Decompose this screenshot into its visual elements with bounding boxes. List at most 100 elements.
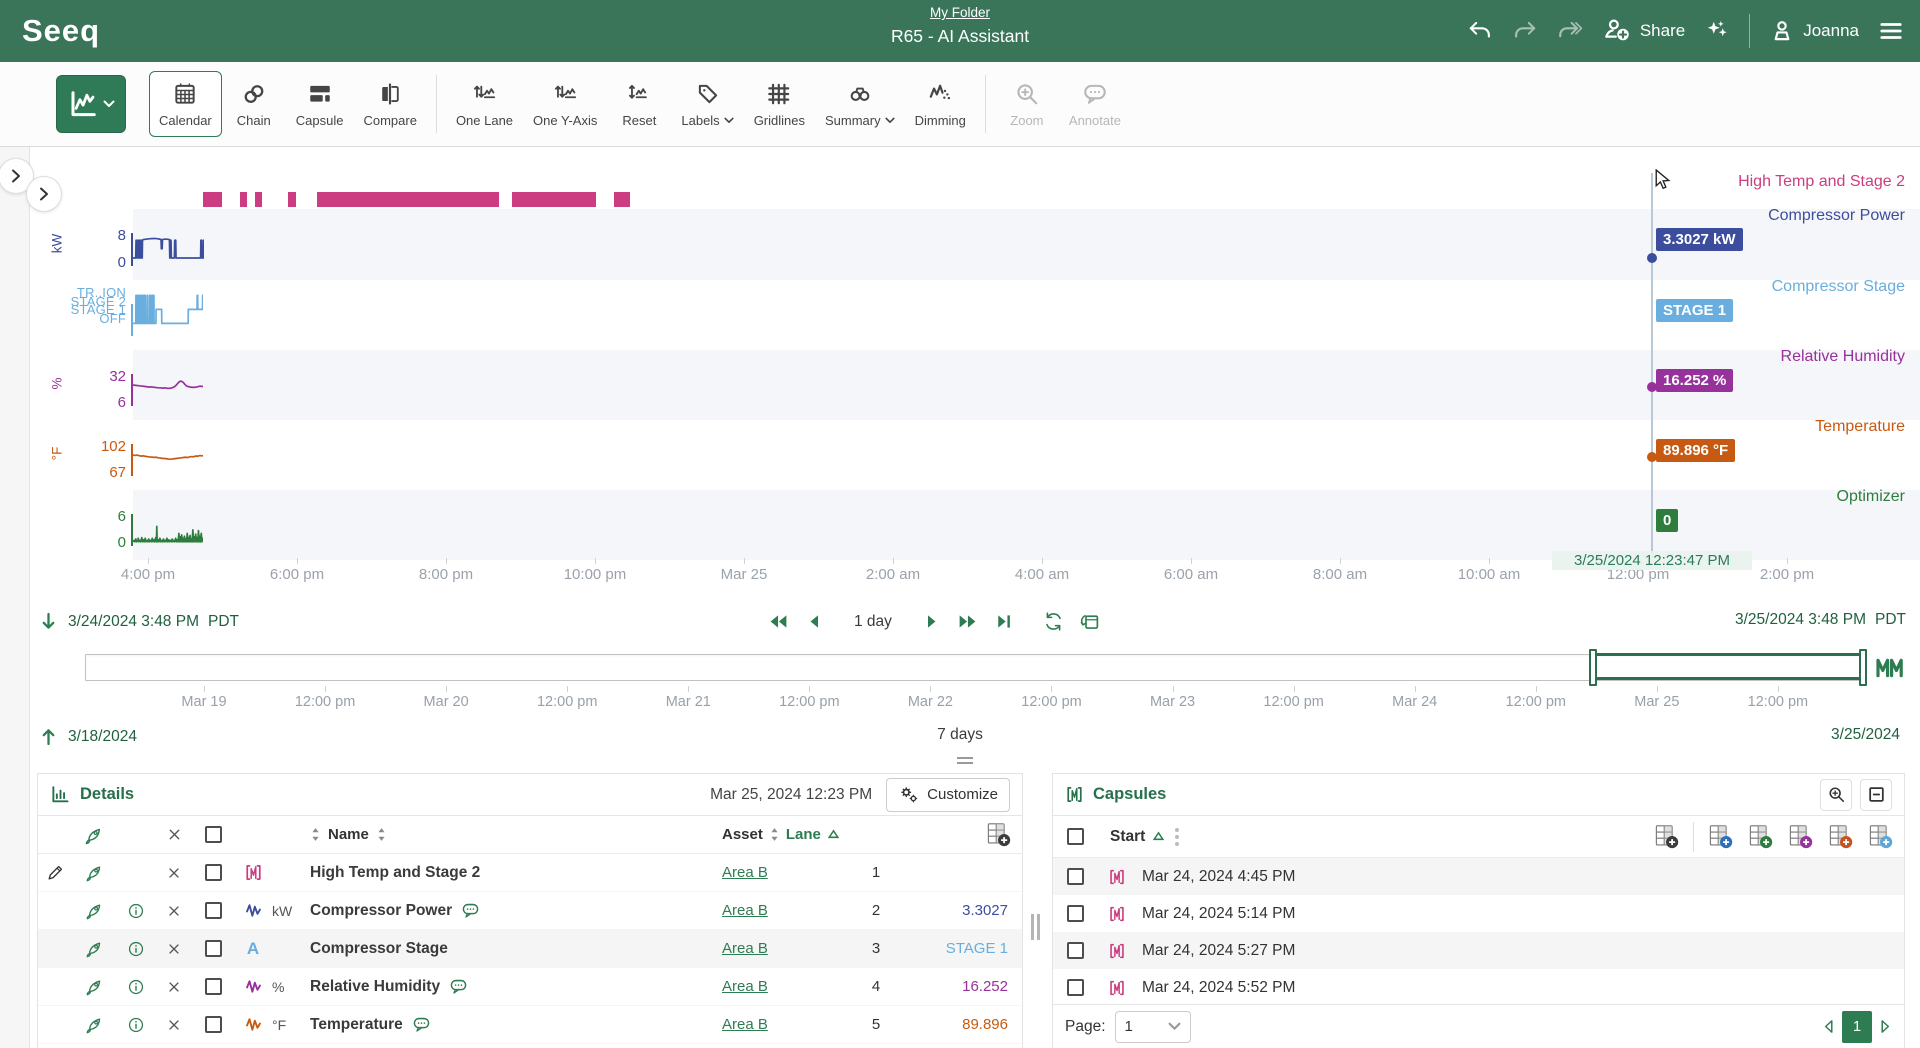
- row-checkbox[interactable]: [205, 940, 222, 957]
- column-asset[interactable]: Asset: [722, 826, 763, 843]
- slider-handle-left[interactable]: [1589, 649, 1597, 686]
- toolbar-button-dimming[interactable]: Dimming: [905, 71, 976, 137]
- select-all-checkbox[interactable]: [205, 826, 222, 843]
- row-checkbox[interactable]: [1067, 979, 1084, 996]
- auto-update-icon[interactable]: [1079, 611, 1100, 632]
- sort-icon[interactable]: [310, 827, 321, 842]
- asset-link[interactable]: Area B: [722, 1016, 768, 1033]
- toolbar-button-summary[interactable]: Summary: [815, 71, 905, 137]
- column-name[interactable]: Name: [328, 826, 369, 843]
- toolbar-button-calendar[interactable]: Calendar: [149, 71, 222, 137]
- add-column-icon[interactable]: [1747, 823, 1774, 850]
- hamburger-menu-icon[interactable]: [1878, 18, 1904, 44]
- step-forward-large-icon[interactable]: [957, 611, 978, 632]
- share-button[interactable]: Share: [1602, 16, 1685, 46]
- remove-icon[interactable]: [166, 903, 182, 919]
- column-start[interactable]: Start: [1110, 828, 1145, 846]
- undo-icon[interactable]: [1467, 18, 1493, 44]
- add-column-icon[interactable]: [1867, 823, 1894, 850]
- signal-label-2[interactable]: Compressor Stage: [1772, 278, 1905, 296]
- remove-all-icon[interactable]: [166, 826, 183, 843]
- range-end[interactable]: 3/25/2024 3:48 PM: [1735, 611, 1866, 629]
- next-page-icon[interactable]: [1879, 1019, 1892, 1034]
- capsule-row[interactable]: Mar 24, 2024 5:27 PM: [1053, 932, 1904, 969]
- signal-label-4[interactable]: Temperature: [1815, 418, 1905, 436]
- toolbar-button-one-y-axis[interactable]: One Y-Axis: [523, 71, 607, 137]
- toolbar-button-one-lane[interactable]: One Lane: [446, 71, 523, 137]
- item-name[interactable]: High Temp and Stage 2: [310, 864, 480, 882]
- sort-asc-icon[interactable]: [827, 829, 840, 840]
- pencil-icon[interactable]: [46, 863, 65, 882]
- column-menu-icon[interactable]: [1175, 828, 1179, 846]
- step-back-large-icon[interactable]: [768, 611, 789, 632]
- toolbar-button-reset[interactable]: Reset: [607, 71, 671, 137]
- add-column-icon[interactable]: [1653, 823, 1680, 850]
- ai-sparkles-icon[interactable]: [1704, 18, 1730, 44]
- capsule-row[interactable]: Mar 24, 2024 5:52 PM: [1053, 969, 1904, 1006]
- toolbar-button-labels[interactable]: Labels: [671, 71, 743, 137]
- condition-capsule-bar[interactable]: [614, 192, 630, 207]
- row-checkbox[interactable]: [1067, 942, 1084, 959]
- capsules-zoom-button[interactable]: [1820, 779, 1852, 811]
- active-page-button[interactable]: 1: [1842, 1011, 1872, 1043]
- condition-capsule-bar[interactable]: [512, 192, 596, 207]
- toolbar-button-gridlines[interactable]: Gridlines: [744, 71, 815, 137]
- forward-worksheet-icon[interactable]: [1557, 18, 1583, 44]
- vertical-resize-handle[interactable]: [1031, 914, 1040, 940]
- signal-overview-icon[interactable]: [1874, 651, 1906, 683]
- remove-icon[interactable]: [166, 979, 182, 995]
- toolbar-button-capsule[interactable]: Capsule: [286, 71, 354, 137]
- info-icon[interactable]: [127, 1016, 145, 1034]
- step-to-now-icon[interactable]: [993, 611, 1014, 632]
- capsules-collapse-button[interactable]: [1860, 779, 1892, 811]
- refresh-icon[interactable]: [1043, 611, 1064, 632]
- asset-link[interactable]: Area B: [722, 902, 768, 919]
- capsule-row[interactable]: Mar 24, 2024 4:45 PM: [1053, 858, 1904, 895]
- sort-icon[interactable]: [769, 827, 780, 842]
- condition-capsule-bar[interactable]: [240, 192, 247, 207]
- info-icon[interactable]: [127, 902, 145, 920]
- item-name[interactable]: Temperature: [310, 1016, 403, 1034]
- condition-capsule-bar[interactable]: [255, 192, 262, 207]
- asset-link[interactable]: Area B: [722, 864, 768, 881]
- remove-icon[interactable]: [166, 1017, 182, 1033]
- signal-label-3[interactable]: Relative Humidity: [1781, 348, 1905, 366]
- capsule-row[interactable]: Mar 24, 2024 5:14 PM: [1053, 895, 1904, 932]
- asset-link[interactable]: Area B: [722, 978, 768, 995]
- step-back-icon[interactable]: [804, 611, 825, 632]
- column-lane[interactable]: Lane: [786, 826, 821, 843]
- slider-handle-right[interactable]: [1859, 649, 1867, 686]
- comment-icon[interactable]: [449, 977, 468, 996]
- toolbar-button-chain[interactable]: Chain: [222, 71, 286, 137]
- add-column-icon[interactable]: [1827, 823, 1854, 850]
- trend-view-button[interactable]: [56, 75, 126, 133]
- add-column-icon[interactable]: [1707, 823, 1734, 850]
- condition-label[interactable]: High Temp and Stage 2: [1738, 173, 1905, 191]
- user-menu[interactable]: Joanna: [1769, 18, 1859, 44]
- add-column-icon[interactable]: [985, 821, 1012, 848]
- info-icon[interactable]: [127, 940, 145, 958]
- condition-capsule-bar[interactable]: [288, 192, 295, 207]
- rocket-icon[interactable]: [85, 1015, 104, 1034]
- comment-icon[interactable]: [412, 1015, 431, 1034]
- add-column-icon[interactable]: [1787, 823, 1814, 850]
- range-start[interactable]: 3/24/2024 3:48 PM: [68, 613, 199, 631]
- item-name[interactable]: Compressor Power: [310, 902, 452, 920]
- range-duration[interactable]: 1 day: [854, 613, 892, 631]
- condition-capsule-bar[interactable]: [203, 192, 223, 207]
- investigate-duration[interactable]: 7 days: [0, 726, 1920, 744]
- customize-button[interactable]: Customize: [886, 778, 1010, 812]
- remove-icon[interactable]: [166, 941, 182, 957]
- slider-selection[interactable]: [1592, 653, 1864, 680]
- row-checkbox[interactable]: [205, 978, 222, 995]
- item-name[interactable]: Relative Humidity: [310, 978, 440, 996]
- rocket-icon[interactable]: [85, 939, 104, 958]
- sort-icon[interactable]: [376, 827, 387, 842]
- row-checkbox[interactable]: [1067, 868, 1084, 885]
- rocket-icon[interactable]: [85, 863, 104, 882]
- info-icon[interactable]: [127, 978, 145, 996]
- asset-link[interactable]: Area B: [722, 940, 768, 957]
- step-forward-icon[interactable]: [921, 611, 942, 632]
- select-all-checkbox[interactable]: [1067, 828, 1084, 845]
- investigate-end[interactable]: 3/25/2024: [1831, 726, 1900, 744]
